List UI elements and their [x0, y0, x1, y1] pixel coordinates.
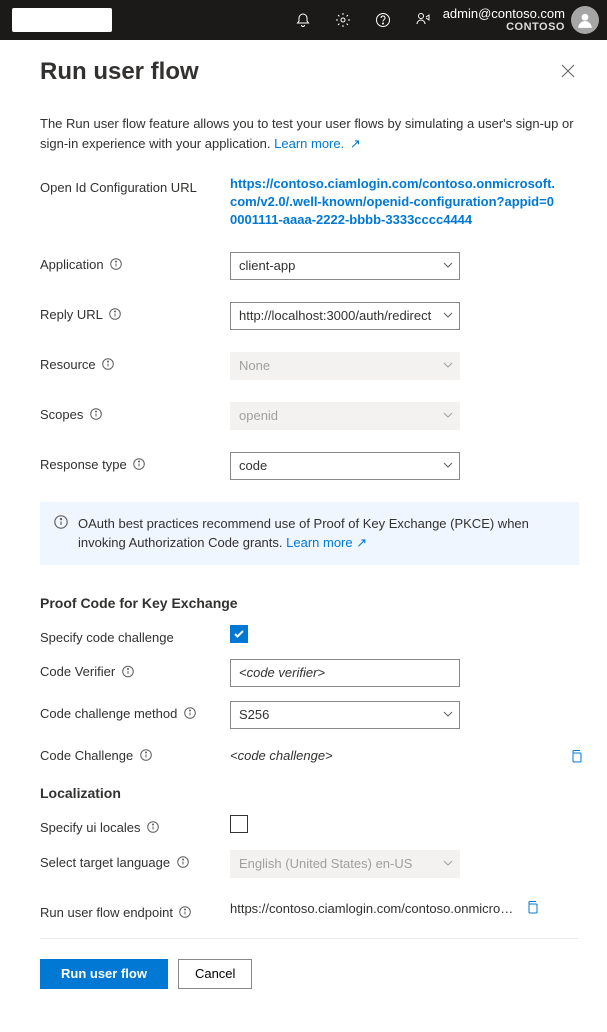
info-icon[interactable]: [146, 821, 159, 834]
close-icon[interactable]: [557, 60, 579, 85]
endpoint-label: Run user flow endpoint: [40, 905, 173, 920]
copy-icon[interactable]: [525, 900, 539, 917]
chevron-down-icon: [443, 308, 453, 323]
top-bar: admin@contoso.com CONTOSO: [0, 0, 607, 40]
run-user-flow-button[interactable]: Run user flow: [40, 959, 168, 989]
intro-text: The Run user flow feature allows you to …: [40, 114, 579, 153]
notifications-icon[interactable]: [283, 0, 323, 40]
pkce-learn-more-link[interactable]: Learn more ↗: [286, 535, 367, 550]
help-icon[interactable]: [363, 0, 403, 40]
user-email: admin@contoso.com: [443, 7, 565, 21]
localization-section-title: Localization: [40, 785, 579, 801]
info-icon[interactable]: [109, 308, 122, 321]
external-link-icon: ↗: [346, 136, 361, 151]
code-challenge-value: <code challenge>: [230, 743, 579, 763]
info-icon[interactable]: [133, 458, 146, 471]
chevron-down-icon: [443, 408, 453, 423]
info-icon[interactable]: [102, 358, 115, 371]
chevron-down-icon: [443, 856, 453, 871]
reply-url-label: Reply URL: [40, 307, 103, 322]
application-select[interactable]: client-app: [230, 252, 460, 280]
chevron-down-icon: [443, 707, 453, 722]
info-icon: [54, 515, 68, 553]
pkce-info-banner: OAuth best practices recommend use of Pr…: [40, 502, 579, 565]
code-verifier-input[interactable]: <code verifier>: [230, 659, 460, 687]
search-input[interactable]: [12, 8, 112, 32]
scopes-select: openid: [230, 402, 460, 430]
chevron-down-icon: [443, 258, 453, 273]
avatar[interactable]: [571, 6, 599, 34]
specify-code-challenge-label: Specify code challenge: [40, 625, 230, 645]
tenant-name: CONTOSO: [506, 21, 565, 33]
endpoint-value: https://contoso.ciamlogin.com/contoso.on…: [230, 901, 515, 916]
code-challenge-method-select[interactable]: S256: [230, 701, 460, 729]
external-link-icon: ↗: [356, 535, 367, 550]
info-icon[interactable]: [176, 856, 189, 869]
info-icon[interactable]: [110, 258, 123, 271]
specify-ui-locales-checkbox[interactable]: [230, 815, 248, 833]
account-info[interactable]: admin@contoso.com CONTOSO: [443, 7, 565, 33]
learn-more-link[interactable]: Learn more. ↗: [274, 136, 361, 151]
openid-config-label: Open Id Configuration URL: [40, 175, 230, 195]
chevron-down-icon: [443, 458, 453, 473]
info-icon[interactable]: [121, 665, 134, 678]
info-icon[interactable]: [89, 408, 102, 421]
gear-icon[interactable]: [323, 0, 363, 40]
feedback-icon[interactable]: [403, 0, 443, 40]
info-icon[interactable]: [183, 707, 196, 720]
code-challenge-label: Code Challenge: [40, 748, 133, 763]
info-icon[interactable]: [179, 906, 192, 919]
code-verifier-label: Code Verifier: [40, 664, 115, 679]
cancel-button[interactable]: Cancel: [178, 959, 252, 989]
target-language-select: English (United States) en-US: [230, 850, 460, 878]
pkce-section-title: Proof Code for Key Exchange: [40, 595, 579, 611]
scopes-label: Scopes: [40, 407, 83, 422]
info-icon[interactable]: [139, 749, 152, 762]
resource-label: Resource: [40, 357, 96, 372]
panel-title: Run user flow: [40, 58, 199, 86]
specify-ui-locales-label: Specify ui locales: [40, 820, 140, 835]
reply-url-select[interactable]: http://localhost:3000/auth/redirect: [230, 302, 460, 330]
response-type-select[interactable]: code: [230, 452, 460, 480]
openid-config-link[interactable]: https://contoso.ciamlogin.com/contoso.on…: [230, 175, 560, 230]
specify-code-challenge-checkbox[interactable]: [230, 625, 248, 643]
application-label: Application: [40, 257, 104, 272]
response-type-label: Response type: [40, 457, 127, 472]
resource-select: None: [230, 352, 460, 380]
select-target-language-label: Select target language: [40, 855, 170, 870]
copy-icon[interactable]: [565, 745, 587, 770]
chevron-down-icon: [443, 358, 453, 373]
code-challenge-method-label: Code challenge method: [40, 706, 177, 721]
divider: [40, 938, 579, 939]
